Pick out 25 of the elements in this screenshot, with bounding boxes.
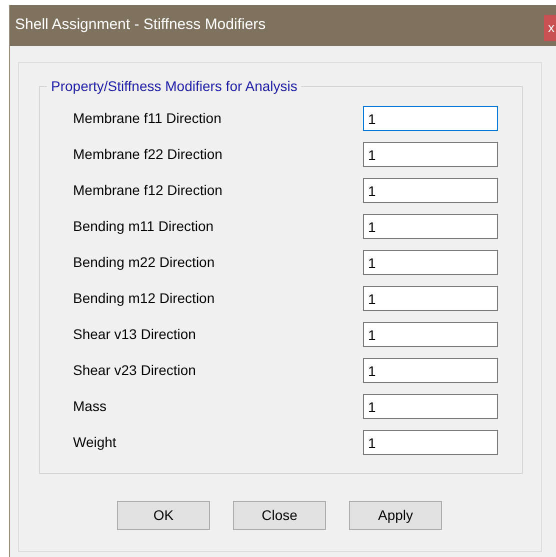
input-field[interactable]: 1 — [363, 322, 498, 347]
field-label: Shear v13 Direction — [73, 325, 197, 344]
field-label: Bending m11 Direction — [73, 217, 215, 236]
input-field[interactable]: 1 — [363, 106, 498, 131]
input-field[interactable]: 1 — [363, 358, 498, 383]
dialog-button[interactable]: Close — [233, 501, 326, 530]
field-label: Membrane f11 Direction — [73, 109, 222, 128]
field-label: Shear v23 Direction — [73, 361, 197, 380]
window-title: Shell Assignment - Stiffness Modifiers — [15, 15, 266, 36]
input-field[interactable]: 1 — [363, 142, 498, 167]
window-close-button[interactable]: x — [544, 15, 556, 41]
input-field[interactable]: 1 — [363, 178, 498, 203]
field-label: Mass — [73, 397, 108, 416]
input-field[interactable]: 1 — [363, 430, 498, 455]
dialog-button[interactable]: OK — [117, 501, 210, 530]
field-label: Bending m12 Direction — [73, 289, 216, 308]
input-field[interactable]: 1 — [363, 250, 498, 275]
field-label: Membrane f12 Direction — [73, 181, 224, 200]
input-field[interactable]: 1 — [363, 286, 498, 311]
input-field[interactable]: 1 — [363, 214, 498, 239]
dialog-button[interactable]: Apply — [349, 501, 442, 530]
field-label: Membrane f22 Direction — [73, 145, 224, 164]
field-label: Bending m22 Direction — [73, 253, 216, 272]
input-field[interactable]: 1 — [363, 394, 498, 419]
field-label: Weight — [73, 433, 118, 452]
